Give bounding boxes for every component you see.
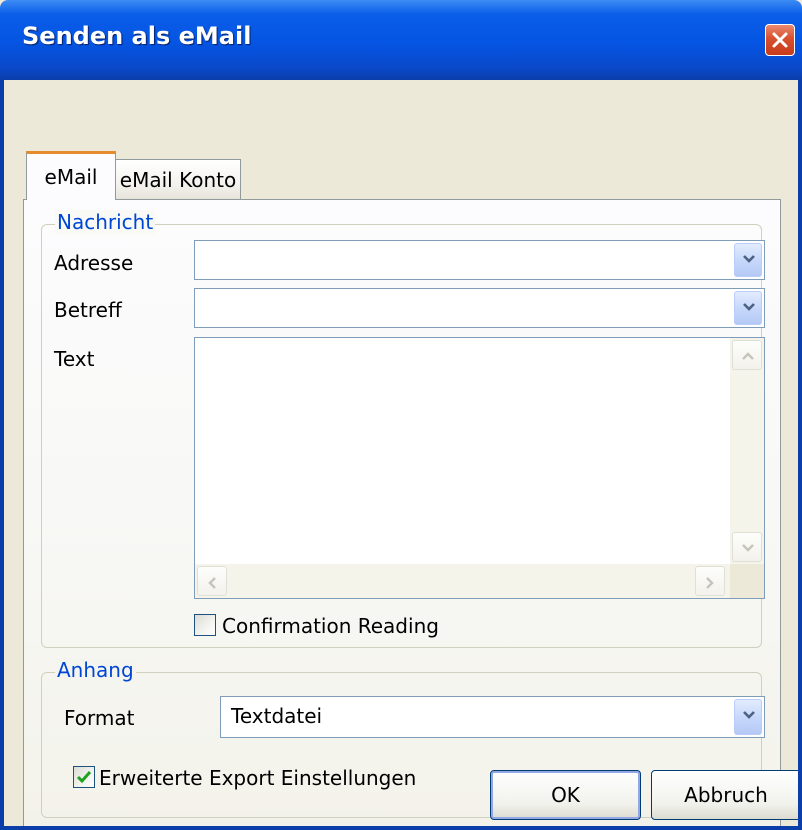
scroll-up-icon xyxy=(742,352,754,360)
close-button[interactable] xyxy=(765,24,795,56)
message-group-label: Nachricht xyxy=(55,210,156,234)
tab-panel-email: Nachricht Anhang Adresse Betreff Text Co… xyxy=(23,199,781,829)
window-border-right xyxy=(798,80,802,830)
chevron-down-icon xyxy=(743,711,755,719)
scroll-down-button[interactable] xyxy=(732,532,762,562)
address-combobox[interactable] xyxy=(194,240,765,280)
read-confirmation-label[interactable]: Confirmation Reading xyxy=(222,614,439,638)
ok-button[interactable]: OK xyxy=(490,770,641,820)
text-label: Text xyxy=(54,347,95,371)
extended-export-checkbox[interactable] xyxy=(73,766,95,788)
ok-button-label: OK xyxy=(551,783,580,807)
tab-email-label: eMail xyxy=(44,165,98,189)
email-dialog: Senden als eMail Nachricht Anhang Adress… xyxy=(0,0,802,830)
cancel-button[interactable]: Abbruch xyxy=(651,770,801,820)
format-dropdown-button[interactable] xyxy=(734,699,762,735)
extended-export-label[interactable]: Erweiterte Export Einstellungen xyxy=(99,766,416,790)
scroll-right-icon xyxy=(706,577,714,589)
checkmark-icon xyxy=(76,771,92,784)
scroll-down-icon xyxy=(742,544,754,552)
tab-email[interactable]: eMail xyxy=(26,151,116,200)
tab-email-account[interactable]: eMail Konto xyxy=(115,159,241,199)
dialog-client-area: Nachricht Anhang Adresse Betreff Text Co… xyxy=(4,80,801,829)
close-icon xyxy=(772,32,788,48)
read-confirmation-checkbox[interactable] xyxy=(194,614,216,636)
scroll-right-button[interactable] xyxy=(695,566,725,596)
subject-dropdown-button[interactable] xyxy=(734,291,762,325)
scroll-left-button[interactable] xyxy=(197,566,227,596)
window-border-left xyxy=(0,80,4,830)
cancel-button-label: Abbruch xyxy=(684,783,768,807)
subject-combobox[interactable] xyxy=(194,288,765,328)
chevron-down-icon xyxy=(743,255,755,263)
vertical-scrollbar[interactable] xyxy=(730,338,764,564)
address-label: Adresse xyxy=(54,251,134,275)
format-combobox[interactable]: Textdatei xyxy=(220,696,765,738)
format-value: Textdatei xyxy=(231,704,323,728)
window-border-bottom xyxy=(0,826,802,830)
horizontal-scrollbar[interactable] xyxy=(195,564,730,598)
subject-label: Betreff xyxy=(54,298,122,322)
chevron-down-icon xyxy=(743,303,755,311)
scroll-left-icon xyxy=(208,577,216,589)
message-text-area[interactable] xyxy=(194,337,765,599)
scroll-up-button[interactable] xyxy=(732,340,762,370)
title-bar[interactable]: Senden als eMail xyxy=(0,0,802,80)
address-dropdown-button[interactable] xyxy=(734,243,762,277)
attachment-group-label: Anhang xyxy=(55,658,136,682)
format-label: Format xyxy=(64,706,135,730)
window-title: Senden als eMail xyxy=(22,22,252,50)
scrollbar-corner xyxy=(730,564,764,598)
tab-email-account-label: eMail Konto xyxy=(119,168,237,192)
